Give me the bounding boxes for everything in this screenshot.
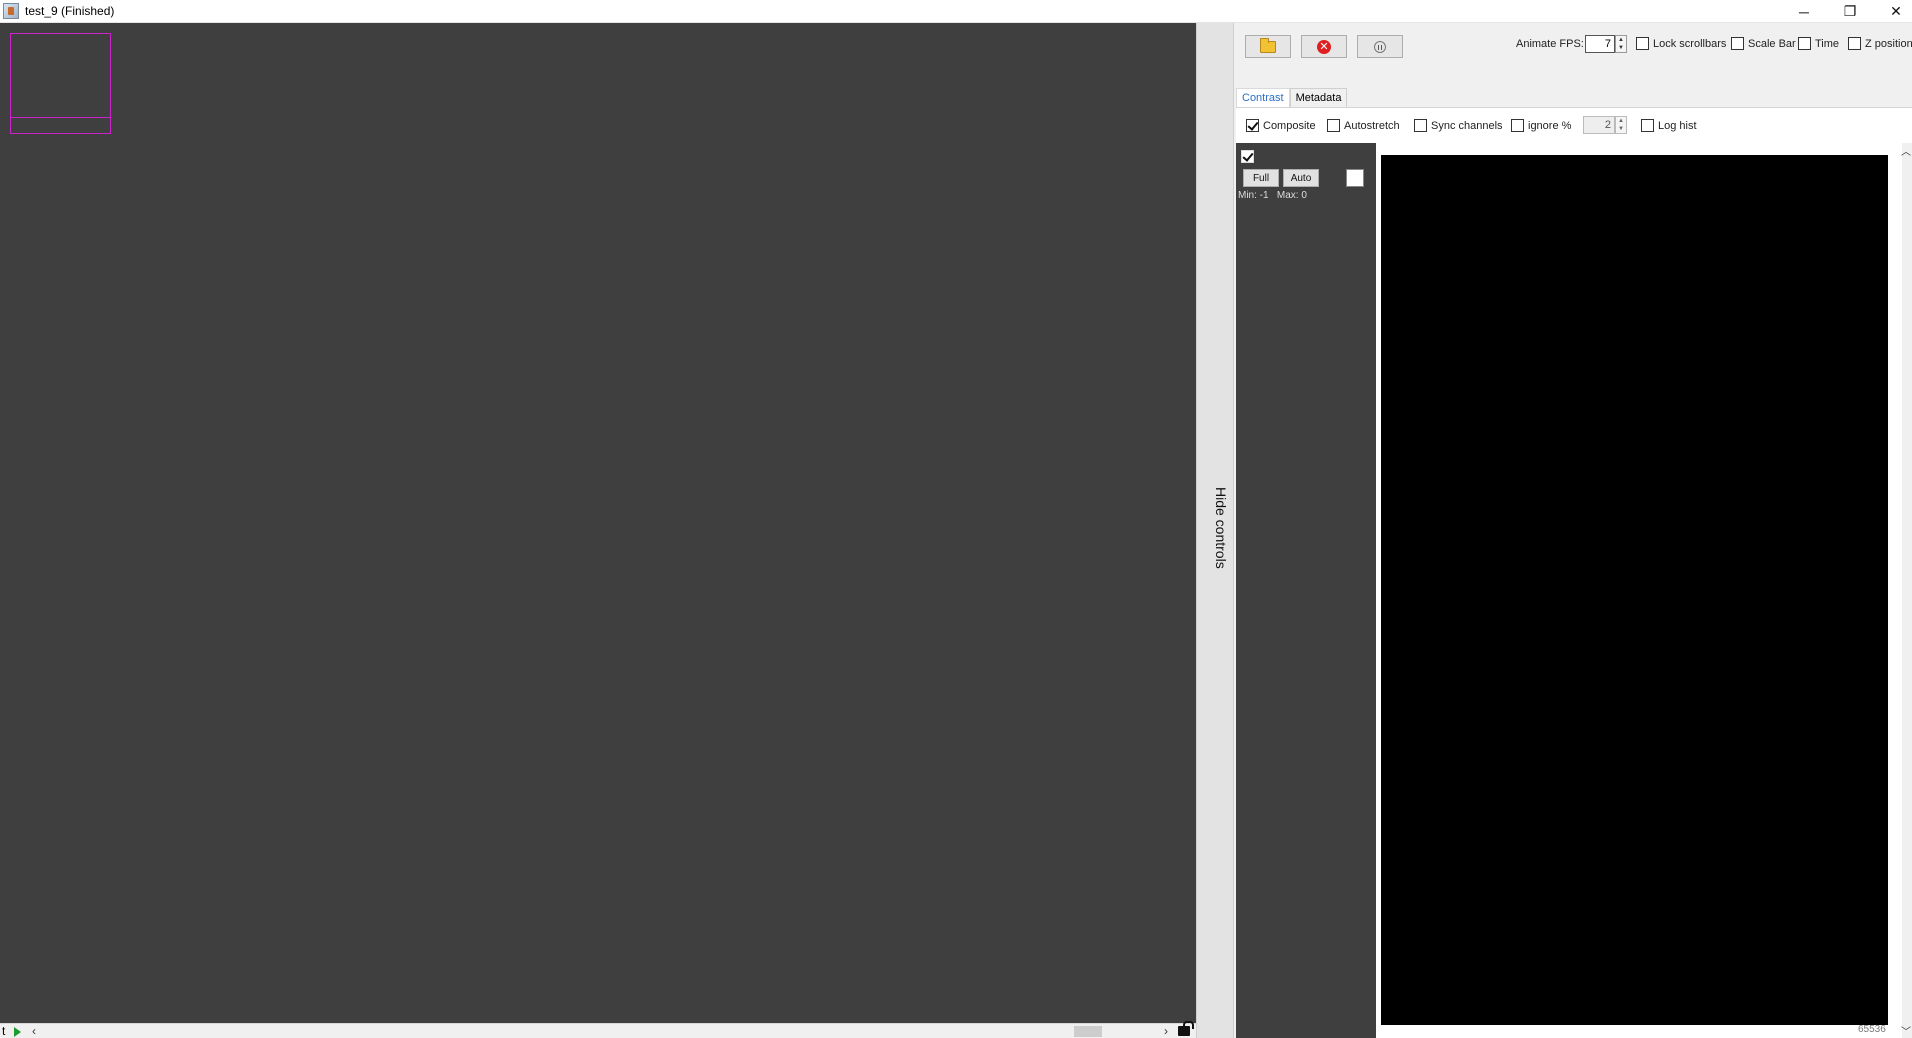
ignore-percent-option[interactable]: ignore % bbox=[1511, 119, 1571, 132]
close-button[interactable]: ✕ bbox=[1873, 0, 1912, 23]
hide-controls-button[interactable]: Hide controls bbox=[1196, 23, 1234, 1038]
scroll-down-arrow-icon[interactable]: ﹀ bbox=[1901, 1023, 1911, 1038]
control-panel: ✕ Animate FPS: 7 ▲ ▼ Lock scrollbars Scal… bbox=[1234, 23, 1912, 1038]
title-bar: test_9 (Finished) ─ ❐ ✕ bbox=[0, 0, 1912, 23]
folder-icon bbox=[1260, 37, 1276, 53]
channel-min-max: Min: -1 Max: 0 bbox=[1238, 190, 1307, 201]
channel-max-label: Max: 0 bbox=[1276, 190, 1307, 201]
image-canvas[interactable] bbox=[0, 23, 1196, 1023]
full-button[interactable]: Full bbox=[1243, 169, 1279, 187]
time-axis-label: t bbox=[2, 1024, 6, 1038]
channel-enable-option[interactable] bbox=[1241, 148, 1254, 164]
ignore-percent-checkbox[interactable] bbox=[1511, 119, 1524, 132]
lock-scrollbars-checkbox[interactable] bbox=[1636, 37, 1649, 50]
log-hist-checkbox[interactable] bbox=[1641, 119, 1654, 132]
sync-channels-option[interactable]: Sync channels bbox=[1414, 119, 1503, 132]
scroll-left-arrow-icon[interactable]: ‹ bbox=[32, 1024, 36, 1038]
window-title: test_9 (Finished) bbox=[25, 4, 115, 18]
auto-button[interactable]: Auto bbox=[1283, 169, 1319, 187]
animate-fps-input[interactable]: 7 bbox=[1585, 35, 1615, 53]
tab-contrast[interactable]: Contrast bbox=[1236, 88, 1290, 108]
scrollbar-thumb[interactable] bbox=[1074, 1026, 1102, 1037]
time-scrollbar-row: t ‹ › bbox=[0, 1021, 1196, 1038]
lock-icon[interactable] bbox=[1178, 1021, 1194, 1036]
roi-rectangle[interactable] bbox=[10, 33, 111, 134]
roi-divider bbox=[10, 117, 111, 118]
scroll-up-arrow-icon[interactable]: ︿ bbox=[1901, 143, 1911, 158]
channel-enable-checkbox[interactable] bbox=[1241, 150, 1254, 164]
autostretch-checkbox[interactable] bbox=[1327, 119, 1340, 132]
log-hist-option[interactable]: Log hist bbox=[1641, 119, 1697, 132]
play-icon[interactable] bbox=[14, 1027, 21, 1037]
lock-scrollbars-option[interactable]: Lock scrollbars bbox=[1636, 37, 1726, 50]
autostretch-option[interactable]: Autostretch bbox=[1327, 119, 1400, 132]
animate-fps-label: Animate FPS: bbox=[1516, 38, 1584, 50]
composite-option-row[interactable]: Composite bbox=[1246, 119, 1316, 132]
restore-button[interactable]: ❐ bbox=[1827, 0, 1873, 23]
histogram-max-label: 65536 bbox=[1858, 1024, 1886, 1035]
time-checkbox[interactable] bbox=[1798, 37, 1811, 50]
channel-controls: Full Auto Min: -1 Max: 0 bbox=[1236, 143, 1376, 1038]
sync-channels-checkbox[interactable] bbox=[1414, 119, 1427, 132]
composite-checkbox[interactable] bbox=[1246, 119, 1259, 132]
java-app-icon bbox=[3, 3, 19, 19]
histogram-canvas[interactable] bbox=[1381, 155, 1888, 1025]
app-window: test_9 (Finished) ─ ❐ ✕ t ‹ › Hide contr… bbox=[0, 0, 1912, 1038]
stop-icon: ✕ bbox=[1317, 39, 1331, 54]
scale-bar-option[interactable]: Scale Bar bbox=[1731, 37, 1796, 50]
tab-bar: Contrast Metadata bbox=[1236, 88, 1348, 108]
channel-color-swatch[interactable] bbox=[1346, 169, 1364, 187]
time-scrollbar[interactable]: ‹ › bbox=[28, 1024, 1172, 1038]
open-folder-button[interactable] bbox=[1245, 35, 1291, 58]
minimize-button[interactable]: ─ bbox=[1781, 0, 1827, 23]
hide-controls-label: Hide controls bbox=[1213, 487, 1229, 569]
channel-scrollbar[interactable]: ︿ ﹀ bbox=[1901, 143, 1912, 1038]
ignore-percent-input[interactable]: 2 bbox=[1583, 116, 1615, 134]
channel-min-label: Min: -1 bbox=[1238, 190, 1269, 201]
scroll-right-arrow-icon[interactable]: › bbox=[1164, 1024, 1168, 1038]
pause-icon bbox=[1374, 40, 1386, 53]
tab-metadata[interactable]: Metadata bbox=[1289, 88, 1348, 107]
scale-bar-checkbox[interactable] bbox=[1731, 37, 1744, 50]
pause-button[interactable] bbox=[1357, 35, 1403, 58]
animate-fps-spinner[interactable]: ▲ ▼ bbox=[1615, 35, 1627, 53]
z-position-option[interactable]: Z position bbox=[1848, 37, 1912, 50]
ignore-percent-spinner[interactable]: ▲ ▼ bbox=[1615, 116, 1627, 134]
time-option[interactable]: Time bbox=[1798, 37, 1839, 50]
abort-button[interactable]: ✕ bbox=[1301, 35, 1347, 58]
z-position-checkbox[interactable] bbox=[1848, 37, 1861, 50]
